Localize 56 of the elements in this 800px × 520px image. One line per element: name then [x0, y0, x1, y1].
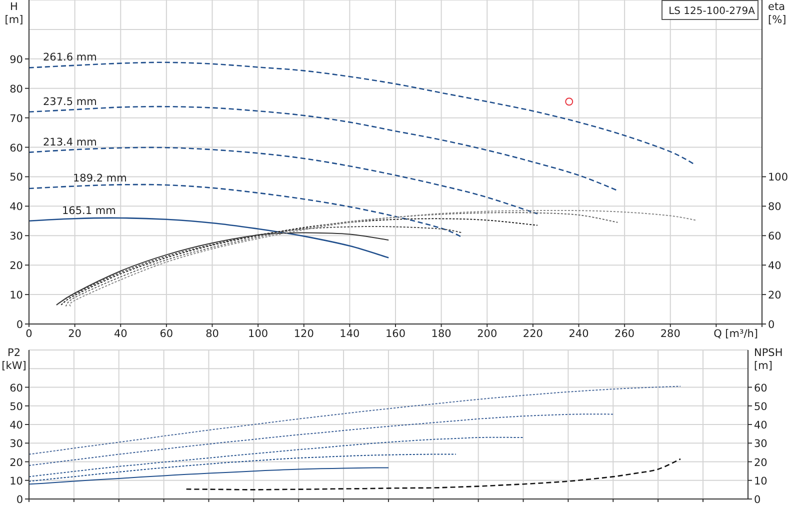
tick-label: 20 [10, 456, 23, 469]
tick-label: 50 [754, 400, 768, 413]
tick-label: 200 [477, 328, 498, 340]
tick-label: 0 [754, 494, 761, 506]
tick-label: 0 [16, 319, 23, 331]
tick-label: 0 [26, 328, 32, 340]
axis-title: NPSH [m] [754, 347, 783, 372]
tick-label: 80 [10, 83, 23, 96]
tick-label: 0 [768, 319, 775, 331]
tick-label: 40 [768, 260, 782, 272]
tick-label: 160 [385, 328, 406, 340]
curve-label: 189.2 mm [73, 172, 127, 184]
tick-label: 80 [206, 328, 219, 340]
tick-label: 20 [754, 456, 768, 469]
tick-label: 60 [754, 382, 768, 394]
tick-label: 60 [10, 382, 23, 394]
tick-label: 90 [10, 54, 23, 66]
axis-title: H [m] [4, 1, 24, 26]
tick-label: 50 [10, 172, 23, 184]
tick-label: 30 [10, 230, 23, 243]
tick-label: 20 [10, 260, 23, 272]
tick-label: 40 [10, 420, 23, 432]
tick-label: 280 [660, 328, 680, 340]
curve-label: 261.6 mm [43, 52, 97, 64]
axis-title: Q [m³/h] [714, 328, 758, 340]
tick-label: 40 [754, 420, 768, 432]
tick-label: 40 [10, 201, 23, 214]
tick-label: 30 [754, 438, 768, 450]
tick-label: 60 [160, 328, 174, 340]
tick-label: 40 [114, 328, 128, 340]
tick-label: 100 [248, 328, 268, 340]
tick-label: 10 [754, 475, 768, 488]
curve-label: 237.5 mm [43, 96, 97, 108]
tick-label: 60 [10, 142, 23, 154]
tick-label: 220 [522, 328, 543, 340]
tick-label: 20 [68, 328, 82, 340]
tick-label: 120 [294, 328, 314, 340]
axis-title: eta [%] [768, 1, 786, 26]
model-label: LS 125-100-279A [662, 0, 758, 20]
tick-label: 180 [431, 328, 452, 340]
tick-label: 140 [340, 328, 360, 340]
tick-label: 100 [768, 172, 788, 184]
tick-label: 10 [10, 290, 23, 302]
tick-label: 20 [768, 290, 782, 302]
tick-label: 260 [614, 328, 635, 340]
curve-label: 213.4 mm [43, 136, 97, 148]
tick-label: 70 [10, 112, 23, 125]
tick-label: 240 [568, 328, 589, 340]
tick-label: 50 [10, 400, 23, 413]
curve-label: 165.1 mm [62, 204, 116, 217]
axis-title: P2 [kW] [2, 347, 26, 372]
tick-label: 80 [768, 201, 782, 214]
tick-label: 0 [16, 494, 23, 506]
tick-label: 30 [10, 438, 23, 450]
tick-label: 10 [10, 475, 23, 488]
tick-label: 60 [768, 230, 782, 243]
